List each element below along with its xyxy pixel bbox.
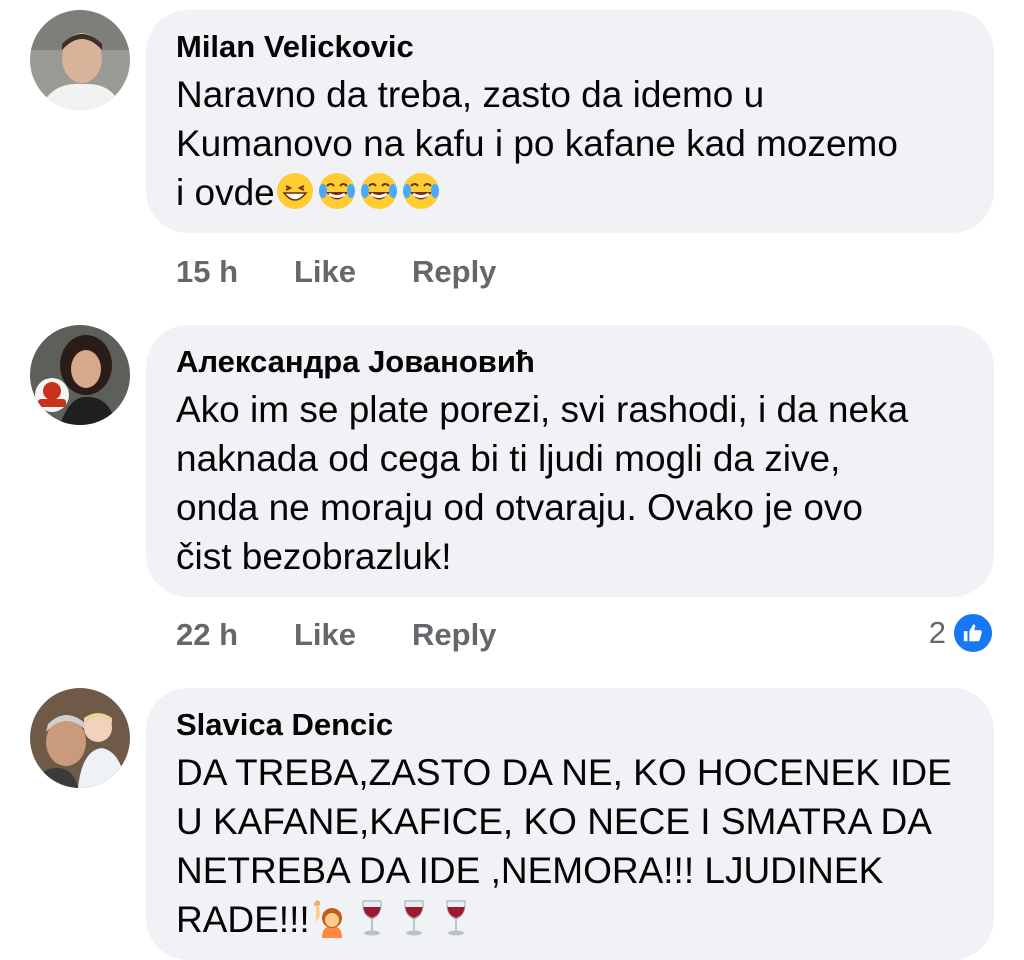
comment-text-fragment: i ovde: [176, 172, 275, 213]
comment-text-line: čist bezobrazluk!: [176, 536, 452, 577]
comment-author[interactable]: Milan Velickovic: [176, 28, 964, 66]
comment-text-line: Kumanovo na kafu i po kafane kad mozemo: [176, 123, 898, 164]
wine-glass-emoji: [404, 900, 424, 936]
wine-glass-emoji: [362, 900, 382, 936]
like-button[interactable]: Like: [294, 254, 356, 290]
tears-of-joy-emoji: [402, 173, 439, 209]
like-button[interactable]: Like: [294, 617, 356, 653]
comment-text-line: naknada od cega bi ti ljudi mogli da ziv…: [176, 438, 841, 479]
reaction-summary[interactable]: 2: [929, 612, 994, 654]
comment-author[interactable]: Slavica Dencic: [176, 706, 964, 744]
comment-text: DA TREBA,ZASTO DA NE, KO HOCENEK IDE U K…: [176, 748, 964, 944]
avatar[interactable]: [30, 688, 130, 788]
comment-bubble: Milan Velickovic Naravno da treba, zasto…: [146, 10, 994, 233]
comment-text-line: RADE!!!: [176, 895, 964, 944]
tears-of-joy-emoji: [318, 173, 355, 209]
grinning-squint-emoji: [276, 173, 313, 209]
comment-text-line: Naravno da treba, zasto da idemo u: [176, 74, 765, 115]
thumbs-up-icon: [952, 612, 994, 654]
wine-glass-emoji: [446, 900, 466, 936]
comment-text-line: Ako im se plate porezi, svi rashodi, i d…: [176, 389, 909, 430]
comment-bubble: Slavica Dencic DA TREBA,ZASTO DA NE, KO …: [146, 688, 994, 960]
comment-timestamp[interactable]: 15 h: [176, 254, 238, 290]
comment-text-line: onda ne moraju od otvaraju. Ovako je ovo: [176, 487, 863, 528]
comment-text-fragment: RADE!!!: [176, 899, 310, 940]
comment-timestamp[interactable]: 22 h: [176, 617, 238, 653]
comment-author[interactable]: Александра Јовановић: [176, 343, 964, 381]
avatar[interactable]: [30, 325, 130, 425]
tears-of-joy-emoji: [360, 173, 397, 209]
comment-text: Ako im se plate porezi, svi rashodi, i d…: [176, 385, 964, 581]
person-raising-hand-emoji: [313, 900, 342, 938]
reply-button[interactable]: Reply: [412, 254, 496, 290]
comment-text-line: U KAFANE,KAFICE, KO NECE I SMATRA DA: [176, 801, 932, 842]
comment-text: Naravno da treba, zasto da idemo u Kuman…: [176, 70, 964, 217]
comment-text-line: DA TREBA,ZASTO DA NE, KO HOCENEK IDE: [176, 752, 952, 793]
comment-text-line: NETREBA DA IDE ,NEMORA!!! LJUDINEK: [176, 850, 884, 891]
comment-bubble: Александра Јовановић Ako im se plate por…: [146, 325, 994, 597]
comment-text-line: i ovde: [176, 168, 964, 217]
reaction-count: 2: [928, 615, 946, 650]
reply-button[interactable]: Reply: [412, 617, 496, 653]
avatar[interactable]: [30, 10, 130, 110]
